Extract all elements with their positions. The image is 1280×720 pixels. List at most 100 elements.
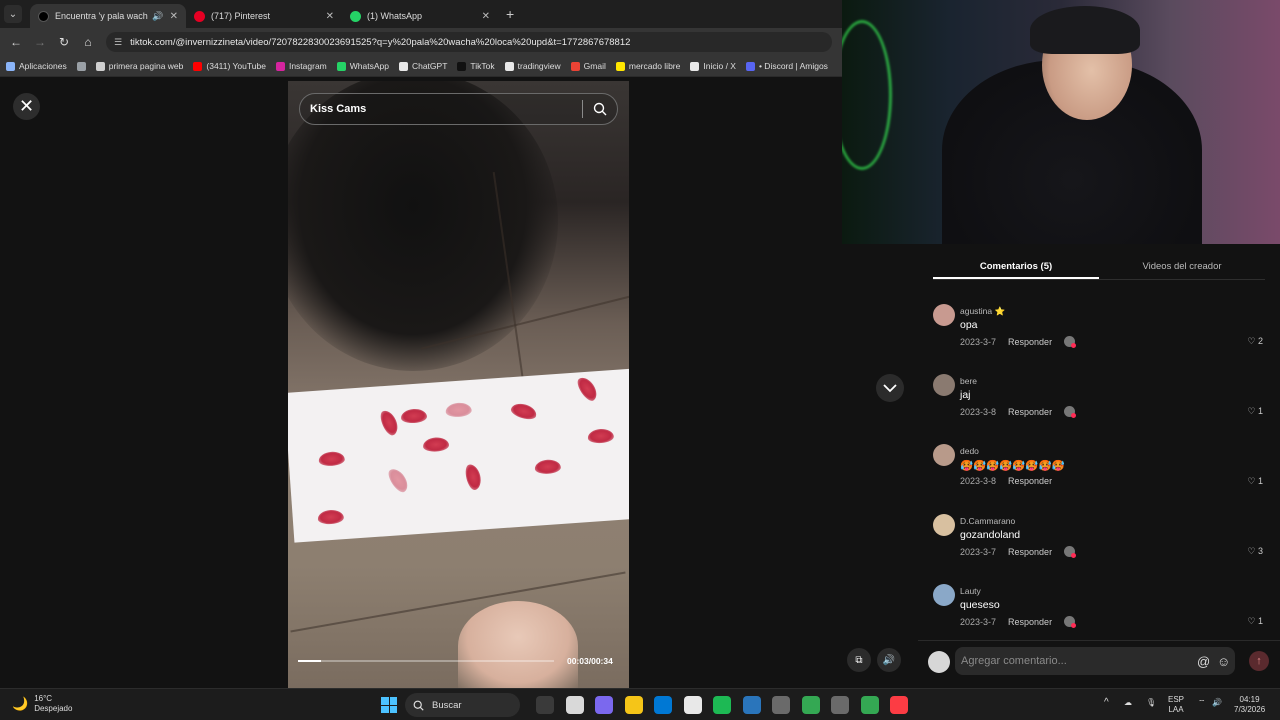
bookmark-item[interactable]: primera pagina web <box>95 61 183 71</box>
like-button[interactable]: ♡ 1 <box>1247 616 1263 627</box>
taskbar-app-icon[interactable] <box>683 696 702 714</box>
bookmark-favicon-icon <box>615 61 625 71</box>
volume-icon: 🔊 <box>882 654 896 666</box>
bookmark-item[interactable] <box>76 61 86 71</box>
bookmark-item[interactable]: TikTok <box>457 61 495 71</box>
like-button[interactable]: ♡ 2 <box>1247 336 1263 347</box>
bookmark-label: Instagram <box>288 61 327 71</box>
like-button[interactable]: ♡ 3 <box>1247 546 1263 557</box>
video-progress-bar[interactable] <box>298 660 554 662</box>
avatar[interactable] <box>933 304 955 326</box>
bookmark-item[interactable]: Instagram <box>275 61 327 71</box>
home-icon[interactable]: ⌂ <box>76 35 100 49</box>
avatar[interactable] <box>933 444 955 466</box>
bookmark-item[interactable]: (3411) YouTube <box>193 61 266 71</box>
video-player[interactable] <box>288 81 629 688</box>
comment-date: 2023-3-7 <box>960 546 997 557</box>
comment-username[interactable]: dedo <box>960 446 979 456</box>
onedrive-icon[interactable]: ☁ <box>1124 698 1132 708</box>
clock[interactable]: 04:19 7/3/2026 <box>1234 695 1265 715</box>
taskbar-app-icon[interactable] <box>742 696 761 714</box>
microphone-icon[interactable]: 🎙 <box>1146 698 1156 708</box>
weather-widget[interactable]: 🌙 16°C Despejado <box>12 694 72 714</box>
volume-icon[interactable]: 🔊 <box>1212 698 1222 708</box>
reply-button[interactable]: Responder <box>1008 407 1052 417</box>
emoji-icon[interactable]: ☺ <box>1217 654 1230 669</box>
tab-whatsapp[interactable]: (1) WhatsApp ✕ <box>342 4 498 28</box>
comment-username[interactable]: agustina ⭐ <box>960 306 1005 317</box>
language-indicator[interactable]: ESP LAA <box>1168 695 1184 715</box>
search-icon <box>413 700 424 711</box>
reply-button[interactable]: Responder <box>1008 476 1052 486</box>
avatar[interactable] <box>933 584 955 606</box>
tab-comments[interactable]: Comentarios (5) <box>933 254 1099 279</box>
start-button[interactable] <box>381 697 397 713</box>
post-comment-button[interactable]: ↑ <box>1249 651 1269 671</box>
back-arrow-icon[interactable]: ← <box>4 35 28 49</box>
taskbar-app-icon[interactable] <box>801 696 820 714</box>
taskbar-search[interactable]: Buscar <box>405 693 520 717</box>
bookmark-favicon-icon <box>457 61 467 71</box>
bookmark-favicon-icon <box>504 61 514 71</box>
speaker-icon[interactable]: 🔊 <box>152 11 163 22</box>
bookmark-item[interactable]: mercado libre <box>615 61 680 71</box>
search-bar[interactable]: Kiss Cams <box>299 93 618 125</box>
avatar[interactable] <box>933 374 955 396</box>
creator-liked-icon <box>1064 616 1077 628</box>
bookmark-item[interactable]: • Discord | Amigos <box>745 61 828 71</box>
taskbar-app-icon[interactable] <box>536 696 554 714</box>
moon-icon: 🌙 <box>12 696 29 711</box>
comment-username[interactable]: Lauty <box>960 586 981 596</box>
reload-icon[interactable]: ↻ <box>52 35 76 49</box>
comment-username[interactable]: D.Cammarano <box>960 516 1015 526</box>
taskbar-app-icon[interactable] <box>565 696 584 714</box>
bookmark-item[interactable]: Inicio / X <box>690 61 736 71</box>
reply-button[interactable]: Responder <box>1008 547 1052 557</box>
taskbar-app-icon[interactable] <box>713 696 731 714</box>
floating-player-button[interactable]: ⧉ <box>847 648 871 672</box>
heart-icon: ♡ <box>1247 336 1258 346</box>
avatar[interactable] <box>933 514 955 536</box>
comment-text: opa <box>960 319 978 331</box>
bookmark-item[interactable]: Gmail <box>570 61 606 71</box>
pip-icon: ⧉ <box>855 654 863 666</box>
bookmark-label: TikTok <box>470 61 495 71</box>
comment-username[interactable]: bere <box>960 376 977 386</box>
taskbar-app-icon[interactable] <box>831 696 849 714</box>
bookmark-item[interactable]: Aplicaciones <box>6 61 67 71</box>
reply-button[interactable]: Responder <box>1008 337 1052 347</box>
taskbar-app-icon[interactable] <box>654 696 672 714</box>
next-video-button[interactable] <box>876 374 904 402</box>
search-button[interactable] <box>583 102 617 116</box>
comment-input[interactable]: Agregar comentario... @ ☺ <box>955 647 1235 675</box>
tab-pinterest[interactable]: (717) Pinterest ✕ <box>186 4 342 28</box>
search-input[interactable]: Kiss Cams <box>300 103 582 115</box>
tab-search-menu-button[interactable]: ⌄ <box>4 5 22 23</box>
close-tab-icon[interactable]: ✕ <box>320 11 334 22</box>
wifi-icon[interactable]: ⌔ <box>1198 698 1206 708</box>
tab-tiktok[interactable]: Encuentra 'y pala wacha lo 🔊 ✕ <box>30 4 186 28</box>
bookmark-item[interactable]: ChatGPT <box>398 61 447 71</box>
taskbar-app-icon[interactable] <box>595 696 613 714</box>
new-tab-icon[interactable]: + <box>506 6 514 22</box>
taskbar-app-icon[interactable] <box>890 696 908 714</box>
volume-button[interactable]: 🔊 <box>877 648 901 672</box>
taskbar-app-icon[interactable] <box>624 696 643 714</box>
close-tab-icon[interactable]: ✕ <box>164 11 178 22</box>
bookmark-item[interactable]: WhatsApp <box>336 61 389 71</box>
address-bar[interactable]: ☰ tiktok.com/@invernizzineta/video/72078… <box>106 32 832 52</box>
hand <box>458 601 578 688</box>
close-tab-icon[interactable]: ✕ <box>476 11 490 22</box>
site-info-icon[interactable]: ☰ <box>114 37 122 48</box>
reply-button[interactable]: Responder <box>1008 617 1052 627</box>
taskbar-app-icon[interactable] <box>860 696 879 714</box>
bookmark-item[interactable]: tradingview <box>504 61 561 71</box>
like-button[interactable]: ♡ 1 <box>1247 476 1263 487</box>
taskbar-app-icon[interactable] <box>772 696 790 714</box>
mention-icon[interactable]: @ <box>1197 654 1210 669</box>
tab-creator-videos[interactable]: Videos del creador <box>1099 254 1265 279</box>
forward-arrow-icon[interactable]: → <box>28 35 52 49</box>
like-button[interactable]: ♡ 1 <box>1247 406 1263 417</box>
close-video-button[interactable]: ✕ <box>13 93 40 120</box>
tray-chevron-up-icon[interactable]: ^ <box>1104 698 1109 708</box>
